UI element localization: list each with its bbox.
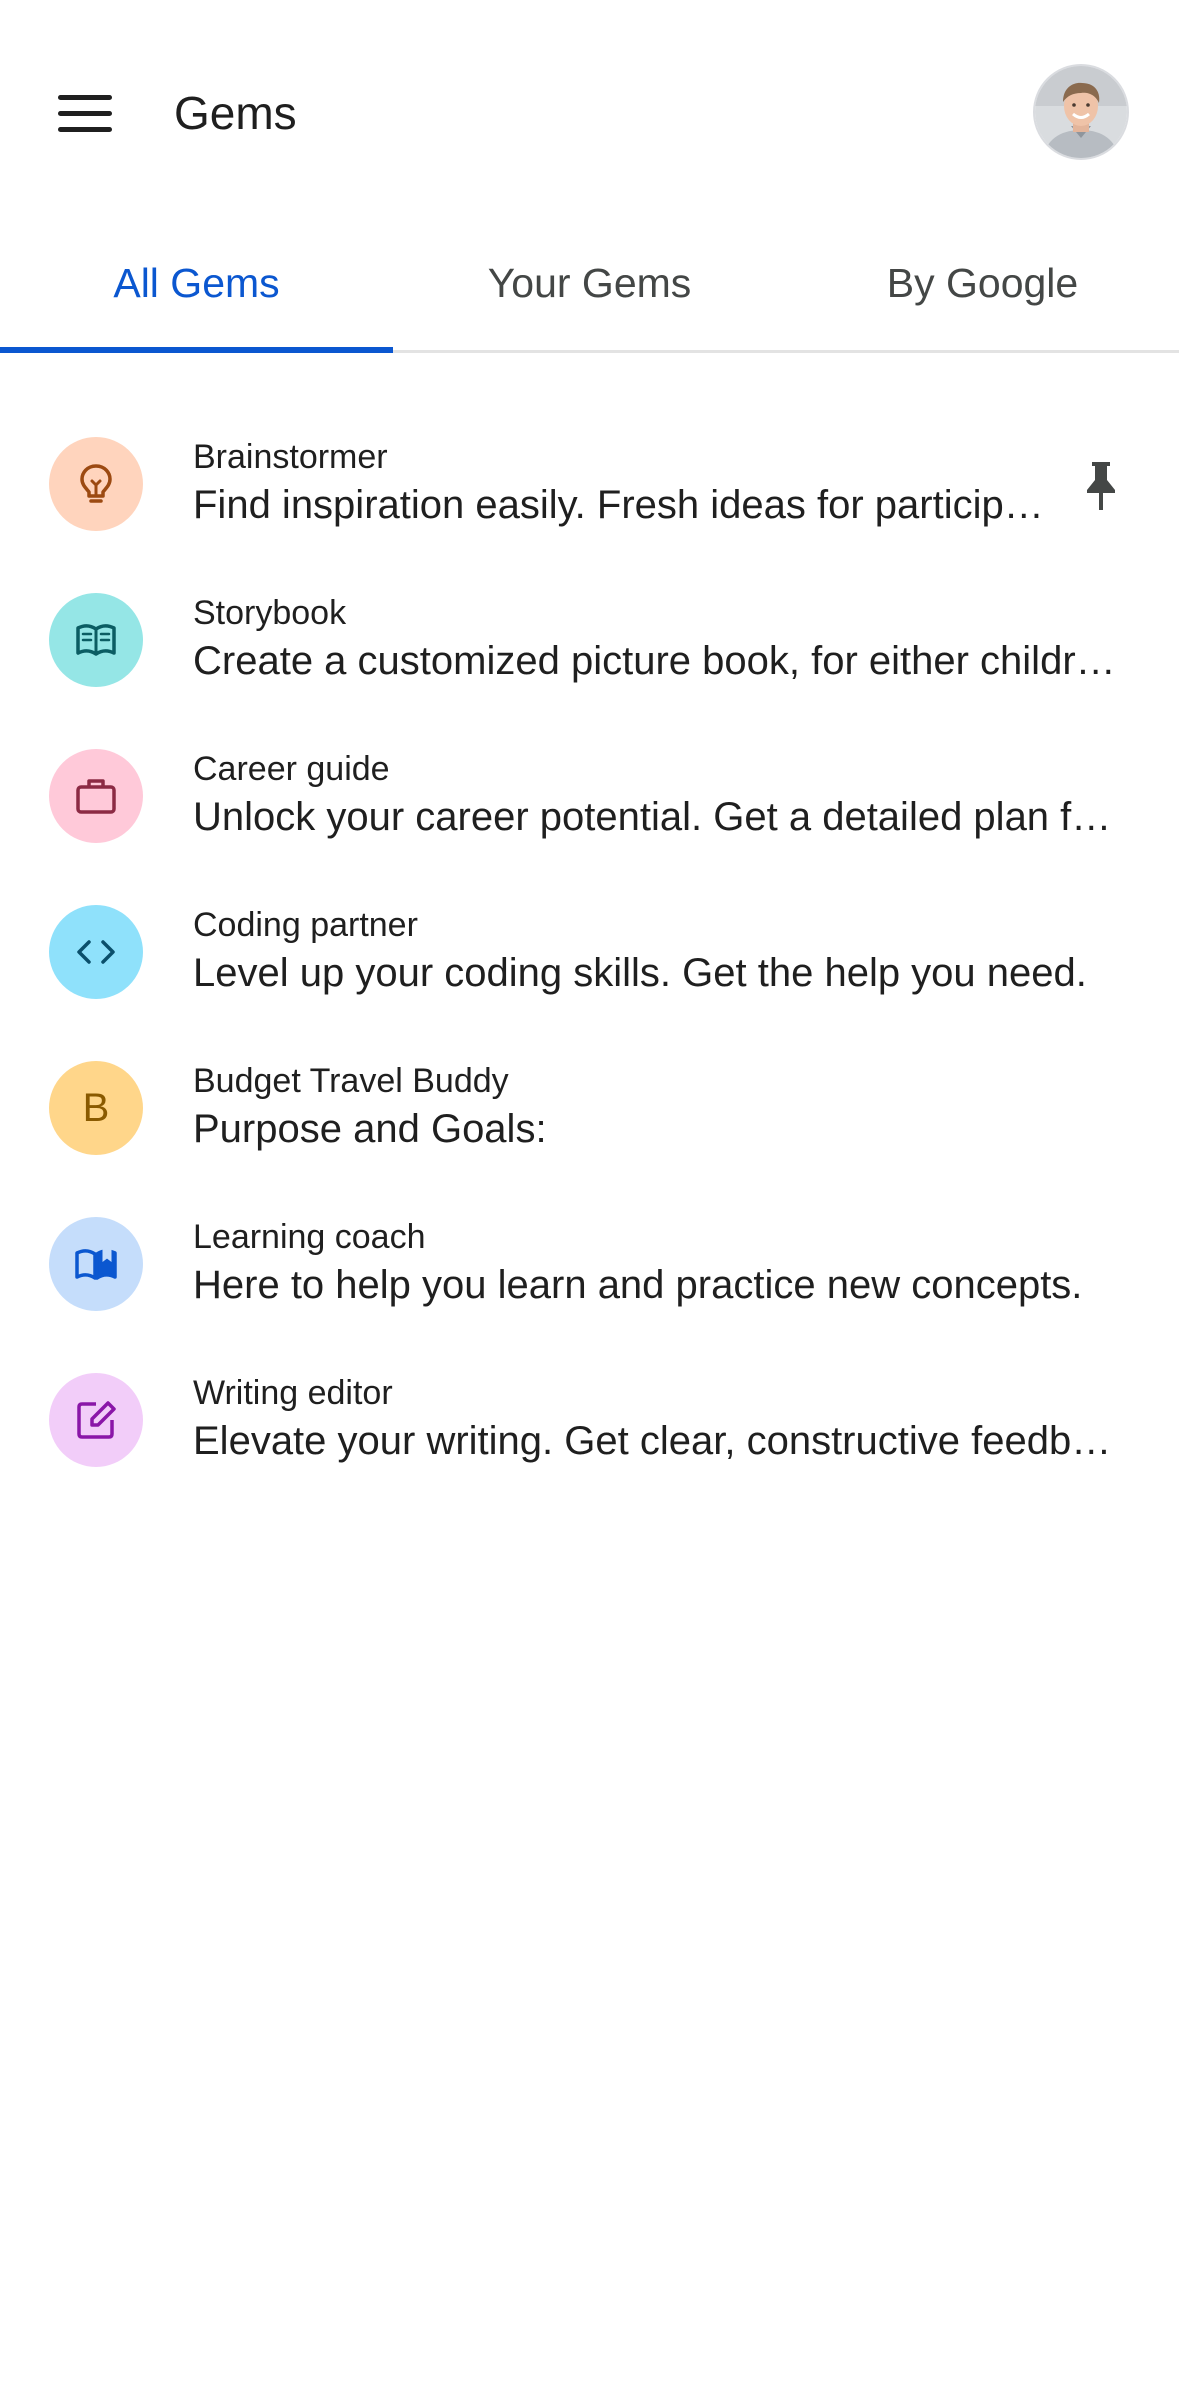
gem-description: Elevate your writing. Get clear, constru… [193, 1419, 1128, 1463]
gem-item-budget-travel-buddy[interactable]: B Budget Travel Buddy Purpose and Goals: [0, 1029, 1179, 1185]
gem-description: Find inspiration easily. Fresh ideas for… [193, 483, 1053, 527]
top-app-bar: Gems [0, 0, 1179, 225]
gem-name: Writing editor [193, 1374, 393, 1412]
gem-item-coding-partner[interactable]: Coding partner Level up your coding skil… [0, 873, 1179, 1029]
gem-item-learning-coach[interactable]: Learning coach Here to help you learn an… [0, 1185, 1179, 1341]
gem-name: Career guide [193, 750, 390, 788]
gems-tabs: All Gems Your Gems By Google [0, 225, 1179, 353]
code-icon [49, 905, 143, 999]
letter-b-icon: B [49, 1061, 143, 1155]
pin-icon[interactable] [1076, 457, 1126, 515]
tab-your-gems[interactable]: Your Gems [393, 225, 786, 350]
page-title: Gems [174, 87, 297, 139]
gem-list: Brainstormer Find inspiration easily. Fr… [0, 405, 1179, 1497]
hamburger-menu-icon[interactable] [44, 78, 126, 148]
gem-description: Purpose and Goals: [193, 1107, 547, 1151]
gem-name: Storybook [193, 594, 347, 632]
gem-description: Unlock your career potential. Get a deta… [193, 795, 1128, 839]
edit-note-icon [49, 1373, 143, 1467]
gem-name: Coding partner [193, 906, 418, 944]
gem-item-brainstormer[interactable]: Brainstormer Find inspiration easily. Fr… [0, 405, 1179, 561]
gem-item-writing-editor[interactable]: Writing editor Elevate your writing. Get… [0, 1341, 1179, 1497]
open-book-icon [49, 1217, 143, 1311]
tab-all-gems[interactable]: All Gems [0, 225, 393, 353]
gem-description: Here to help you learn and practice new … [193, 1263, 1083, 1307]
gem-name: Brainstormer [193, 438, 388, 476]
gem-name: Budget Travel Buddy [193, 1062, 509, 1100]
gem-description: Level up your coding skills. Get the hel… [193, 951, 1087, 995]
tab-by-google[interactable]: By Google [786, 225, 1179, 350]
book-icon [49, 593, 143, 687]
gem-letter: B [82, 1085, 110, 1130]
gem-item-storybook[interactable]: Storybook Create a customized picture bo… [0, 561, 1179, 717]
gem-name: Learning coach [193, 1218, 426, 1256]
gem-item-career-guide[interactable]: Career guide Unlock your career potentia… [0, 717, 1179, 873]
gem-description: Create a customized picture book, for ei… [193, 639, 1128, 683]
briefcase-icon [49, 749, 143, 843]
lightbulb-icon [49, 437, 143, 531]
avatar-photo [1035, 66, 1127, 158]
user-avatar[interactable] [1033, 64, 1129, 160]
